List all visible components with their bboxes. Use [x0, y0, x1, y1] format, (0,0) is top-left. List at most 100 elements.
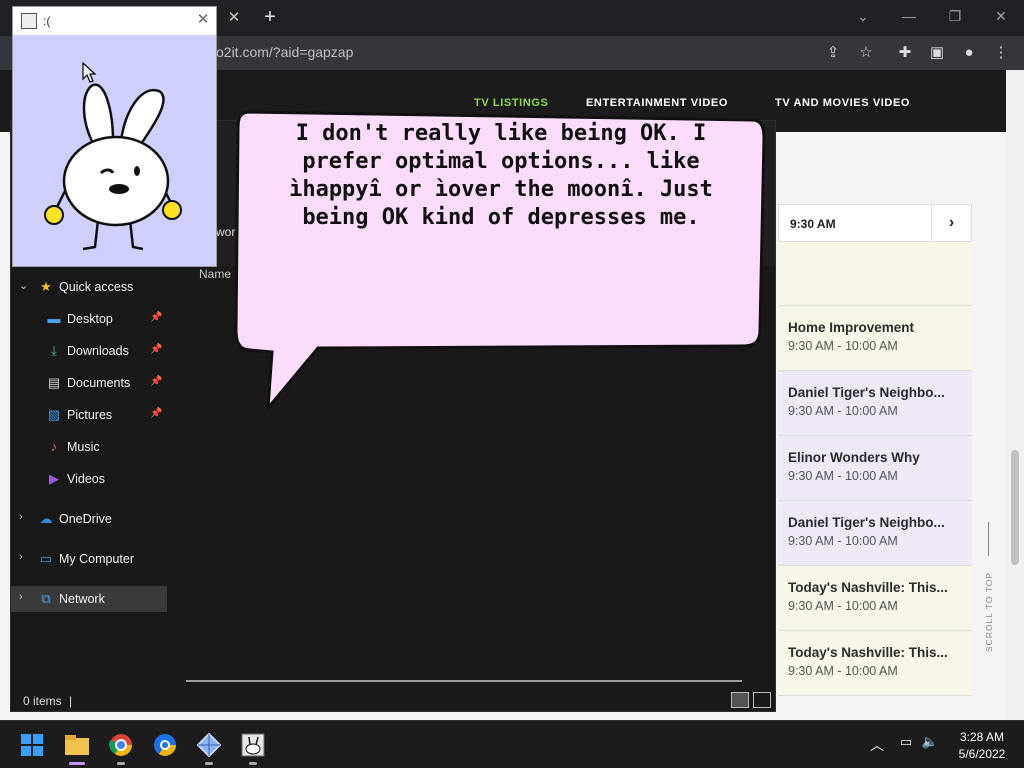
- chevron-right-icon[interactable]: ›: [931, 205, 971, 241]
- share-icon[interactable]: ⇪: [822, 42, 844, 64]
- scroll-to-top-button[interactable]: SCROLL TO TOP: [972, 512, 1006, 662]
- large-icons-view-button[interactable]: [753, 692, 771, 708]
- restore-icon[interactable]: ❐: [941, 4, 969, 28]
- listing-title: Today's Nashville: This...: [788, 645, 948, 660]
- profile-icon[interactable]: ●: [958, 42, 980, 64]
- listing-row[interactable]: Daniel Tiger's Neighbo... 9:30 AM - 10:0…: [778, 501, 972, 566]
- start-icon: [21, 734, 43, 756]
- picture-icon: ▧: [47, 407, 61, 422]
- bunny-app-icon: [21, 13, 37, 29]
- tab-close-icon[interactable]: ✕: [224, 8, 244, 28]
- listing-title: Home Improvement: [788, 320, 915, 335]
- explorer-nav-pane: ⌄ ★ Quick access ▬ Desktop 📌 ⤓ Downloads…: [11, 266, 167, 691]
- running-indicator: [249, 762, 257, 765]
- listing-time: 9:30 AM - 10:00 AM: [788, 664, 898, 678]
- name-column-header[interactable]: Name: [199, 267, 231, 281]
- network-icon: ⧉: [41, 591, 51, 606]
- sidebar-item-label: Quick access: [59, 280, 134, 294]
- taskbar-bunny-app[interactable]: [237, 729, 269, 765]
- listing-row[interactable]: Home Improvement 9:30 AM - 10:00 AM: [778, 306, 972, 371]
- active-indicator: [69, 762, 85, 765]
- sidebar-item-my-computer[interactable]: › ▭ My Computer: [11, 546, 167, 572]
- music-icon: ♪: [50, 439, 58, 454]
- start-button[interactable]: [16, 729, 48, 761]
- new-tab-icon[interactable]: +: [259, 6, 281, 28]
- running-indicator: [117, 762, 125, 765]
- taskbar-file-explorer[interactable]: [61, 729, 93, 765]
- taskbar-chrome-beta[interactable]: [149, 729, 181, 761]
- bunny-window-title: :(: [43, 14, 51, 28]
- close-icon[interactable]: ✕: [193, 10, 213, 30]
- sidebar-item-label: My Computer: [59, 552, 135, 566]
- horizontal-scrollbar[interactable]: [186, 680, 742, 682]
- page-scroll-thumb[interactable]: [1011, 450, 1019, 565]
- chevron-down-icon[interactable]: ⌄: [19, 279, 28, 292]
- listing-title: Daniel Tiger's Neighbo...: [788, 515, 945, 530]
- chrome-icon: [109, 734, 132, 756]
- sidebar-item-downloads[interactable]: ⤓ Downloads 📌: [11, 338, 167, 364]
- taskbar-chrome[interactable]: [105, 729, 137, 765]
- video-icon: ▶: [49, 471, 59, 486]
- chevron-right-icon[interactable]: ›: [19, 551, 23, 563]
- listing-row[interactable]: Today's Nashville: This... 9:30 AM - 10:…: [778, 566, 972, 631]
- listing-row[interactable]: Today's Nashville: This... 9:30 AM - 10:…: [778, 631, 972, 696]
- sidebar-item-network[interactable]: › ⧉ Network: [11, 586, 167, 612]
- sidebar-item-label: Downloads: [67, 344, 129, 358]
- sidebar-item-documents[interactable]: ▤ Documents 📌: [11, 370, 167, 396]
- running-indicator: [205, 762, 213, 765]
- volume-icon[interactable]: 🔈: [921, 733, 939, 751]
- listing-time: 9:30 AM - 10:00 AM: [788, 404, 898, 418]
- time-slot-header: 9:30 AM ›: [778, 204, 972, 242]
- star-icon: ★: [40, 279, 52, 294]
- chevron-right-icon[interactable]: ›: [19, 591, 23, 603]
- listing-title: Daniel Tiger's Neighbo...: [788, 385, 945, 400]
- pin-icon[interactable]: 📌: [150, 312, 162, 323]
- listing-time: 9:30 AM - 10:00 AM: [788, 469, 898, 483]
- display-icon[interactable]: ▭: [897, 733, 915, 751]
- file-explorer-icon: [65, 735, 89, 755]
- extensions-icon[interactable]: ✚: [894, 42, 916, 64]
- sidebar-item-music[interactable]: ♪ Music: [11, 434, 167, 460]
- pin-icon[interactable]: 📌: [150, 344, 162, 355]
- tray-overflow-chevron-icon[interactable]: ︿: [870, 735, 884, 755]
- sidebar-item-onedrive[interactable]: › ☁ OneDrive: [11, 506, 167, 532]
- sidebar-item-pictures[interactable]: ▧ Pictures 📌: [11, 402, 167, 428]
- status-separator: |: [69, 694, 73, 708]
- bunny-character-icon[interactable]: [41, 51, 191, 261]
- tab-search-icon[interactable]: ⌄: [849, 4, 877, 28]
- listing-row[interactable]: Elinor Wonders Why 9:30 AM - 10:00 AM: [778, 436, 972, 501]
- page-scrollbar[interactable]: [1006, 70, 1024, 720]
- speech-bubble-text: I don't really like being OK. I prefer o…: [289, 121, 713, 230]
- taskbar-app-diamond[interactable]: [193, 729, 225, 765]
- sidebar-item-quick-access[interactable]: ⌄ ★ Quick access: [11, 274, 167, 300]
- pin-icon[interactable]: 📌: [150, 408, 162, 419]
- sidebar-item-label: Desktop: [67, 312, 113, 326]
- minimize-icon[interactable]: —: [895, 4, 923, 28]
- clock-date[interactable]: 5/6/2022: [952, 747, 1012, 761]
- bookmark-star-icon[interactable]: ☆: [855, 42, 877, 64]
- bunny-window: :( ✕: [12, 6, 217, 267]
- bunny-titlebar[interactable]: :( ✕: [13, 7, 216, 35]
- computer-icon: ▭: [39, 551, 53, 566]
- clock-time[interactable]: 3:28 AM: [952, 730, 1012, 744]
- desktop-icon: ▬: [47, 311, 61, 326]
- sidebar-item-videos[interactable]: ▶ Videos: [11, 466, 167, 492]
- download-icon: ⤓: [51, 343, 57, 358]
- address-bar-url[interactable]: o2it.com/?aid=gapzap: [216, 44, 353, 60]
- chrome-beta-icon: [154, 734, 176, 756]
- details-view-button[interactable]: [731, 692, 749, 708]
- menu-kebab-icon[interactable]: ⋮: [990, 42, 1012, 64]
- chevron-right-icon[interactable]: ›: [19, 511, 23, 523]
- sidebar-item-desktop[interactable]: ▬ Desktop 📌: [11, 306, 167, 332]
- window-close-icon[interactable]: ✕: [987, 4, 1015, 28]
- document-icon: ▤: [47, 375, 61, 390]
- sidebar-item-label: Music: [67, 440, 100, 454]
- side-panel-icon[interactable]: ▣: [926, 42, 948, 64]
- cloud-icon: ☁: [39, 511, 53, 526]
- nav-tv-movies-video[interactable]: TV AND MOVIES VIDEO: [775, 97, 910, 109]
- listing-title: Today's Nashville: This...: [788, 580, 948, 595]
- time-slot-label: 9:30 AM: [790, 217, 836, 231]
- listing-row[interactable]: Daniel Tiger's Neighbo... 9:30 AM - 10:0…: [778, 371, 972, 436]
- pin-icon[interactable]: 📌: [150, 376, 162, 387]
- sidebar-item-label: Pictures: [67, 408, 113, 422]
